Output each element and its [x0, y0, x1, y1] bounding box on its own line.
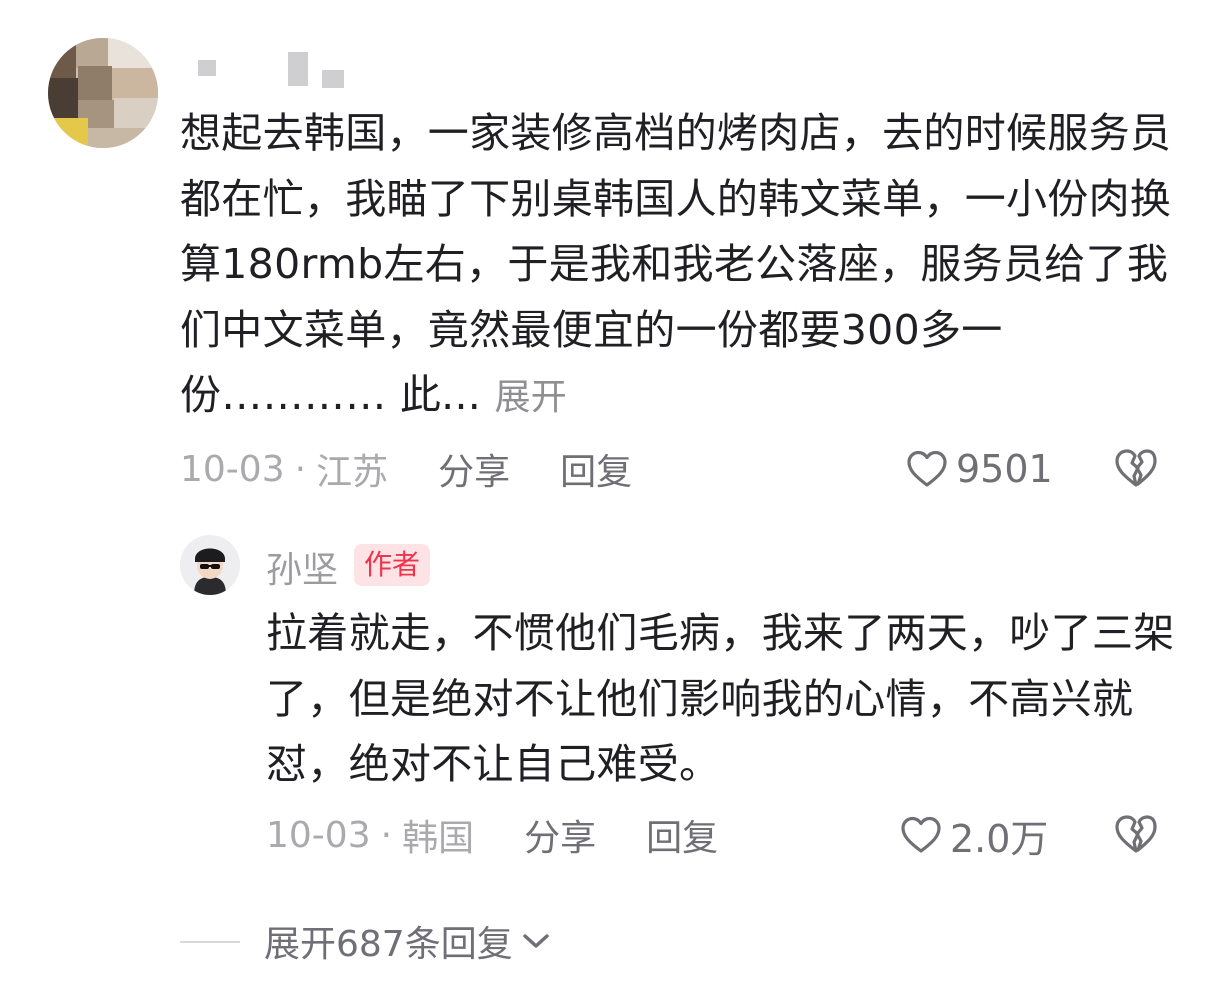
reply-date: 10-03 — [266, 814, 371, 856]
expand-comment-button[interactable]: 展开 — [494, 377, 567, 418]
commenter-avatar[interactable] — [48, 38, 158, 148]
chevron-down-icon — [523, 934, 549, 948]
meta-separator: · — [380, 814, 393, 856]
heart-outline-icon — [901, 816, 941, 853]
comment-text: 想起去韩国，一家装修高档的烤肉店，去的时候服务员都在忙，我瞄了下别桌韩国人的韩文… — [180, 101, 1180, 431]
heart-outline-icon — [907, 450, 947, 487]
expand-divider — [180, 941, 240, 943]
like-button[interactable]: 9501 — [906, 446, 1053, 492]
reply-button[interactable]: 回复 — [560, 443, 632, 495]
dislike-button[interactable] — [1113, 447, 1159, 493]
reply-reply-button[interactable]: 回复 — [646, 809, 718, 861]
comment-date: 10-03 — [180, 448, 285, 490]
reply-dislike-button[interactable] — [1113, 813, 1159, 859]
reply-share-button[interactable]: 分享 — [524, 809, 596, 861]
broken-heart-icon — [1115, 449, 1157, 487]
comment-location: 江苏 — [316, 452, 389, 493]
reply-text: 拉着就走，不惯他们毛病，我来了两天，吵了三架了，但是绝对不让他们影响我的心情，不… — [266, 609, 1175, 788]
broken-heart-icon — [1115, 815, 1157, 853]
cartoon-avatar-icon — [180, 535, 240, 595]
author-name[interactable]: 孙坚 — [266, 541, 338, 593]
like-count: 9501 — [956, 447, 1053, 491]
reply-like-count: 2.0万 — [950, 816, 1049, 861]
reply-like-button[interactable]: 2.0万 — [900, 812, 1048, 861]
meta-separator: · — [294, 448, 307, 490]
reply-location: 韩国 — [402, 818, 475, 859]
comment-text-content: 想起去韩国，一家装修高档的烤肉店，去的时候服务员都在忙，我瞄了下别桌韩国人的韩文… — [180, 109, 1172, 419]
expand-replies-button[interactable]: 展开687条回复 — [264, 915, 553, 967]
author-avatar[interactable] — [180, 535, 240, 595]
share-button[interactable]: 分享 — [438, 443, 510, 495]
author-badge: 作者 — [354, 544, 431, 586]
expand-replies-label: 展开687条回复 — [264, 924, 513, 965]
comment-meta: 10-03 · 江苏 分享 回复 — [180, 443, 632, 495]
reply-meta: 10-03 · 韩国 分享 回复 — [266, 809, 718, 861]
